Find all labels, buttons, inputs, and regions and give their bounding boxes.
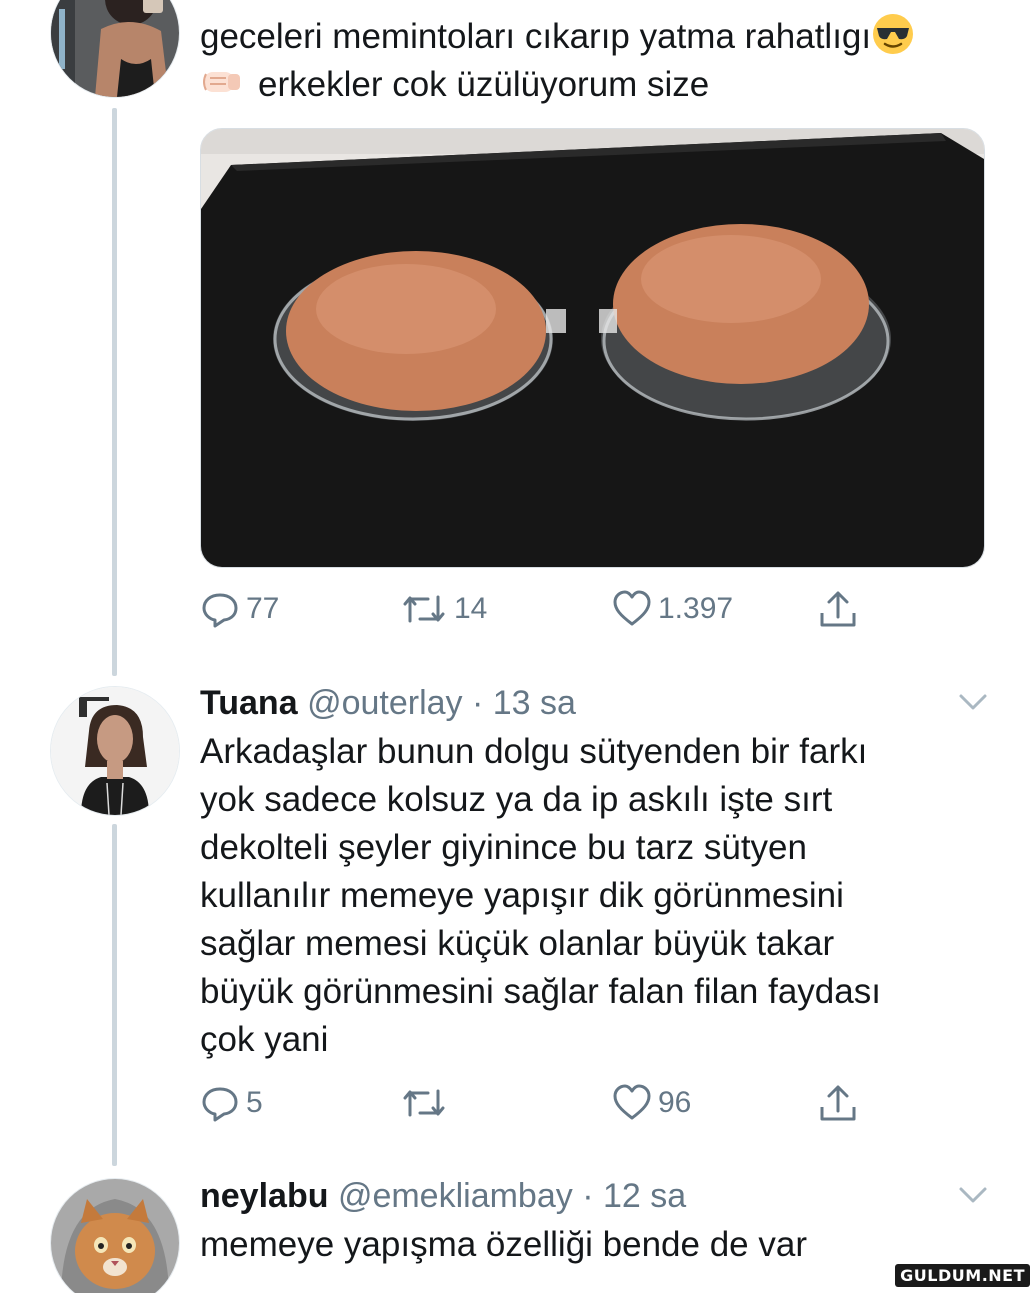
avatar[interactable]	[50, 686, 180, 816]
timestamp[interactable]: · 12 sa	[582, 1177, 686, 1215]
watermark: GULDUM.NET	[895, 1264, 1030, 1287]
tweet-actions: 5 96	[200, 1080, 880, 1126]
heart-icon	[613, 590, 651, 626]
chevron-down-icon[interactable]	[958, 1185, 988, 1205]
user-handle[interactable]: @emekliambay	[338, 1177, 573, 1215]
share-icon	[820, 591, 856, 627]
reply-icon	[202, 1087, 238, 1122]
reply-button[interactable]: 77	[200, 586, 279, 632]
heart-icon	[613, 1084, 651, 1120]
like-count: 96	[658, 1086, 692, 1119]
display-name[interactable]: Tuana	[200, 684, 298, 722]
tweet-text-line: geceleri memintoları cıkarıp yatma rahat…	[200, 17, 872, 56]
tweet-text: memeye yapışma özelliği bende de var	[200, 1225, 807, 1264]
share-button[interactable]	[818, 586, 864, 632]
chevron-down-icon[interactable]	[958, 692, 988, 712]
tweet-actions: 77 14 1.397	[200, 586, 880, 632]
tweet-media-photo[interactable]	[200, 128, 985, 568]
reply-count: 77	[246, 592, 280, 625]
tweet-text-line: erkekler cok üzülüyorum size	[258, 65, 710, 104]
avatar[interactable]	[50, 1178, 180, 1293]
like-button[interactable]: 1.397	[612, 586, 733, 632]
tweet-text: geceleri memintoları cıkarıp yatma rahat…	[200, 12, 1000, 61]
twitter-thread: geceleri memintoları cıkarıp yatma rahat…	[0, 0, 1034, 1293]
like-button[interactable]: 96	[612, 1080, 691, 1126]
like-count: 1.397	[658, 592, 734, 625]
left-facing-fist-icon	[200, 60, 244, 104]
share-button[interactable]	[818, 1080, 864, 1126]
retweet-button[interactable]: 14	[400, 586, 487, 632]
retweet-icon	[403, 595, 445, 623]
reply-button[interactable]: 5	[200, 1080, 263, 1126]
thread-line	[112, 824, 117, 1166]
tweet-text-line-2: erkekler cok üzülüyorum size	[200, 60, 1000, 109]
tweet-header: neylabu @emekliambay · 12 sa	[200, 1176, 686, 1216]
reply-icon	[202, 593, 238, 628]
thread-line	[112, 108, 117, 676]
tweet-header: Tuana @outerlay · 13 sa	[200, 683, 576, 723]
sunglasses-face-icon	[871, 12, 915, 56]
retweet-icon	[403, 1089, 445, 1117]
reply-count: 5	[246, 1086, 263, 1119]
avatar[interactable]	[50, 0, 180, 98]
share-icon	[820, 1085, 856, 1121]
user-handle[interactable]: @outerlay	[307, 684, 462, 722]
timestamp[interactable]: · 13 sa	[472, 684, 576, 722]
retweet-count: 14	[454, 592, 488, 625]
tweet-text: Arkadaşlar bunun dolgu sütyenden bir far…	[200, 732, 881, 1059]
retweet-button[interactable]	[400, 1080, 454, 1126]
display-name[interactable]: neylabu	[200, 1177, 328, 1215]
